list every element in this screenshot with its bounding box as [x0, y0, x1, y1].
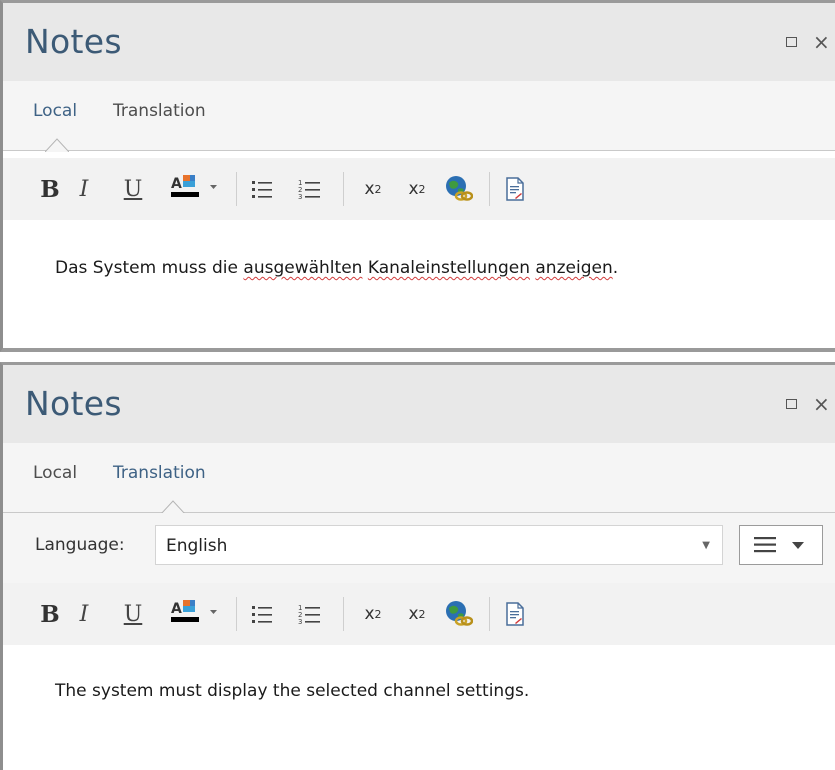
- subscript-exp: 2: [418, 607, 426, 621]
- underline-button[interactable]: U: [121, 158, 145, 220]
- tab-divider: [3, 150, 835, 151]
- close-icon[interactable]: ×: [813, 32, 830, 52]
- toolbar-separator: [236, 172, 237, 206]
- tab-bar: Local Translation: [3, 81, 835, 152]
- active-tab-pointer: [45, 138, 69, 152]
- svg-text:3: 3: [298, 193, 302, 201]
- note-text-part: Das System muss die: [55, 258, 244, 278]
- chevron-down-icon: ▼: [702, 540, 710, 551]
- notes-editor[interactable]: The system must display the selected cha…: [3, 645, 835, 770]
- tab-local[interactable]: Local: [33, 463, 77, 483]
- subscript-button[interactable]: x2: [403, 583, 431, 645]
- toolbar-separator: [343, 597, 344, 631]
- maximize-icon[interactable]: [786, 399, 797, 409]
- font-color-button[interactable]: A: [165, 583, 227, 645]
- subscript-exp: 2: [418, 182, 426, 196]
- note-text-part: .: [612, 258, 619, 278]
- superscript-button[interactable]: x2: [359, 583, 387, 645]
- format-toolbar: B I U A 1 2 3 x 2 x 2: [3, 158, 835, 220]
- language-row: Language: English ▼: [3, 513, 835, 583]
- title-bar: Notes ×: [3, 3, 835, 81]
- globe-link-icon: [446, 601, 473, 626]
- note-text[interactable]: The system must display the selected cha…: [55, 681, 529, 701]
- document-button[interactable]: [503, 583, 527, 645]
- tab-translation[interactable]: Translation: [113, 463, 206, 483]
- svg-text:3: 3: [298, 618, 302, 626]
- document-icon: [506, 177, 524, 201]
- numbered-list-icon: 1 2 3: [298, 604, 320, 626]
- underline-button[interactable]: U: [121, 583, 145, 645]
- notes-editor[interactable]: Das System muss die ausgewählten Kanalei…: [3, 220, 835, 348]
- misspelled-word: Kanaleinstellungen: [367, 258, 530, 278]
- bullet-list-button[interactable]: [250, 158, 274, 220]
- superscript-base: x: [364, 179, 375, 199]
- note-text[interactable]: Das System muss die ausgewählten Kanalei…: [55, 258, 618, 278]
- superscript-exp: 2: [374, 182, 382, 196]
- hyperlink-button[interactable]: [441, 158, 475, 220]
- panel-title: Notes: [25, 22, 122, 61]
- document-button[interactable]: [503, 158, 527, 220]
- notes-panel-local: Notes × Local Translation B I U A 1 2 3 …: [0, 0, 835, 352]
- subscript-base: x: [408, 604, 419, 624]
- font-color-icon: A: [171, 600, 217, 622]
- hyperlink-button[interactable]: [441, 583, 475, 645]
- numbered-list-button[interactable]: 1 2 3: [295, 583, 323, 645]
- language-select[interactable]: English ▼: [155, 525, 723, 565]
- numbered-list-icon: 1 2 3: [298, 179, 320, 201]
- font-color-icon: A: [171, 175, 217, 197]
- options-menu-button[interactable]: [739, 525, 823, 565]
- bullet-list-icon: [252, 181, 272, 198]
- tab-bar: Local Translation: [3, 443, 835, 514]
- close-icon[interactable]: ×: [813, 394, 830, 414]
- numbered-list-button[interactable]: 1 2 3: [295, 158, 323, 220]
- svg-text:A: A: [171, 176, 182, 192]
- bullet-list-icon: [252, 606, 272, 623]
- bold-button[interactable]: B: [38, 583, 62, 645]
- language-value: English: [166, 536, 228, 556]
- superscript-button[interactable]: x2: [359, 158, 387, 220]
- bullet-list-button[interactable]: [250, 583, 274, 645]
- notes-panel-translation: Notes × Local Translation Language: Engl…: [0, 362, 835, 770]
- svg-text:A: A: [171, 601, 182, 617]
- superscript-exp: 2: [374, 607, 382, 621]
- active-tab-pointer: [161, 500, 185, 514]
- toolbar-separator: [489, 172, 490, 206]
- font-color-button[interactable]: A: [165, 158, 227, 220]
- subscript-base: x: [408, 179, 419, 199]
- toolbar-separator: [236, 597, 237, 631]
- tab-translation[interactable]: Translation: [113, 101, 206, 121]
- panel-title: Notes: [25, 384, 122, 423]
- hamburger-icon: [754, 537, 804, 553]
- italic-button[interactable]: I: [73, 158, 95, 220]
- format-toolbar: B I U A 1 2 3 x 2 x 2: [3, 583, 835, 645]
- italic-button[interactable]: I: [73, 583, 95, 645]
- tab-local[interactable]: Local: [33, 101, 77, 121]
- maximize-icon[interactable]: [786, 37, 797, 47]
- language-label: Language:: [35, 535, 125, 555]
- title-bar: Notes ×: [3, 365, 835, 443]
- subscript-button[interactable]: x2: [403, 158, 431, 220]
- superscript-base: x: [364, 604, 375, 624]
- misspelled-word: anzeigen: [535, 258, 613, 278]
- document-icon: [506, 602, 524, 626]
- globe-link-icon: [446, 176, 473, 201]
- toolbar-separator: [343, 172, 344, 206]
- misspelled-word: ausgewählten: [243, 258, 363, 278]
- bold-button[interactable]: B: [38, 158, 62, 220]
- toolbar-separator: [489, 597, 490, 631]
